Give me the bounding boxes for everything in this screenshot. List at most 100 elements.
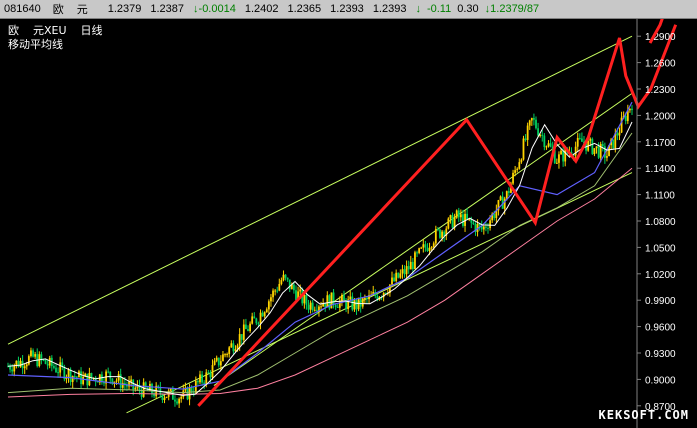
candle-body <box>618 132 621 136</box>
low-price: 1.2365 <box>287 3 322 15</box>
candle-body <box>535 119 537 129</box>
candle-body <box>311 302 314 311</box>
candle-body <box>228 347 231 355</box>
y-tick-label: 0.9900 <box>645 296 676 307</box>
candle-body <box>278 283 281 291</box>
candle-body <box>422 244 425 248</box>
y-tick-label: 0.9600 <box>645 323 676 334</box>
candle-body <box>315 309 318 311</box>
candle-body <box>334 304 337 307</box>
candle-body <box>309 302 312 310</box>
candle-body <box>27 356 30 365</box>
candle-body <box>305 294 308 305</box>
price-change: -0.0014 <box>198 3 236 15</box>
candle-body <box>238 334 241 346</box>
candle-body <box>343 295 345 301</box>
y-tick-label: 0.9000 <box>645 375 676 386</box>
candle-body <box>420 247 423 249</box>
channel-lines <box>7 35 633 414</box>
candle-body <box>416 252 418 254</box>
candle-body <box>59 362 62 373</box>
y-tick-label: 1.0500 <box>645 243 676 254</box>
candle-body <box>466 213 469 220</box>
candle-body <box>188 387 191 400</box>
candle-body <box>426 247 429 251</box>
candle-body <box>472 222 475 225</box>
price-chart[interactable]: 1.29001.26001.23001.20001.17001.14001.11… <box>0 19 697 428</box>
candle-body <box>263 312 266 317</box>
candle-body <box>267 301 270 310</box>
candle-body <box>558 154 560 163</box>
candle-body <box>437 229 439 231</box>
candle-body <box>507 191 510 193</box>
candle-body <box>259 312 262 324</box>
candle-body <box>349 296 352 300</box>
candle-body <box>299 289 302 292</box>
candle-body <box>593 148 596 155</box>
candle-body <box>15 360 18 366</box>
open-price: 1.2379 <box>107 3 142 15</box>
candle-body <box>397 272 400 278</box>
candle-body <box>576 137 579 147</box>
candle-body <box>589 138 592 141</box>
candle-body <box>224 354 226 356</box>
candle-body <box>182 390 185 397</box>
candle-body <box>178 398 181 404</box>
candle-body <box>457 210 460 218</box>
candle-body <box>130 379 133 382</box>
candle-body <box>11 369 14 372</box>
candle-body <box>578 137 581 139</box>
candle-body <box>249 323 251 331</box>
candle-body <box>631 108 633 110</box>
candle-body <box>363 298 366 300</box>
candle-body <box>547 143 550 147</box>
moving-averages <box>7 101 633 398</box>
candle-body <box>23 366 26 369</box>
candle-body <box>591 138 594 155</box>
candle-body <box>320 306 322 308</box>
last-price: 1.2393 <box>330 3 364 15</box>
candle-body <box>46 363 49 366</box>
candle-body <box>516 168 519 171</box>
candle-body <box>451 215 454 228</box>
candle-body <box>393 277 395 282</box>
candle-body <box>255 318 258 324</box>
candle-body <box>57 372 59 374</box>
instrument-name-part1: 欧 <box>52 4 64 16</box>
candle-body <box>487 227 489 229</box>
candle-body <box>282 274 285 281</box>
candle-body <box>230 343 233 348</box>
y-tick-label: 1.2600 <box>645 59 676 70</box>
candle-body <box>205 372 208 385</box>
candle-body <box>161 394 164 400</box>
candle-body <box>366 298 368 300</box>
candle-body <box>270 297 272 302</box>
candle-body <box>395 272 398 282</box>
candle-body <box>34 354 37 357</box>
candle-body <box>549 143 552 147</box>
candle-body <box>201 374 203 383</box>
candle-body <box>40 354 43 360</box>
candle-body <box>459 214 462 218</box>
candle-body <box>247 329 249 331</box>
candle-body <box>606 156 608 158</box>
candle-body <box>80 371 82 385</box>
candle-body <box>142 382 145 397</box>
y-tick-label: 1.2300 <box>645 85 676 96</box>
instrument-code: 081640 <box>4 3 41 15</box>
candle-body <box>19 360 22 367</box>
candle-body <box>493 213 496 219</box>
candle-body <box>276 290 279 292</box>
candle-body <box>411 261 414 270</box>
candle-body <box>197 380 199 383</box>
candle-body <box>624 116 627 122</box>
watermark: KEKSOFT.COM <box>598 408 689 422</box>
candle-body <box>165 396 168 398</box>
candle-body <box>313 309 316 311</box>
candle-body <box>180 396 183 399</box>
candle-body <box>30 350 32 357</box>
candle-body <box>174 399 176 402</box>
candle-body <box>240 334 243 340</box>
candle-body <box>574 146 577 156</box>
candle-body <box>117 374 120 381</box>
